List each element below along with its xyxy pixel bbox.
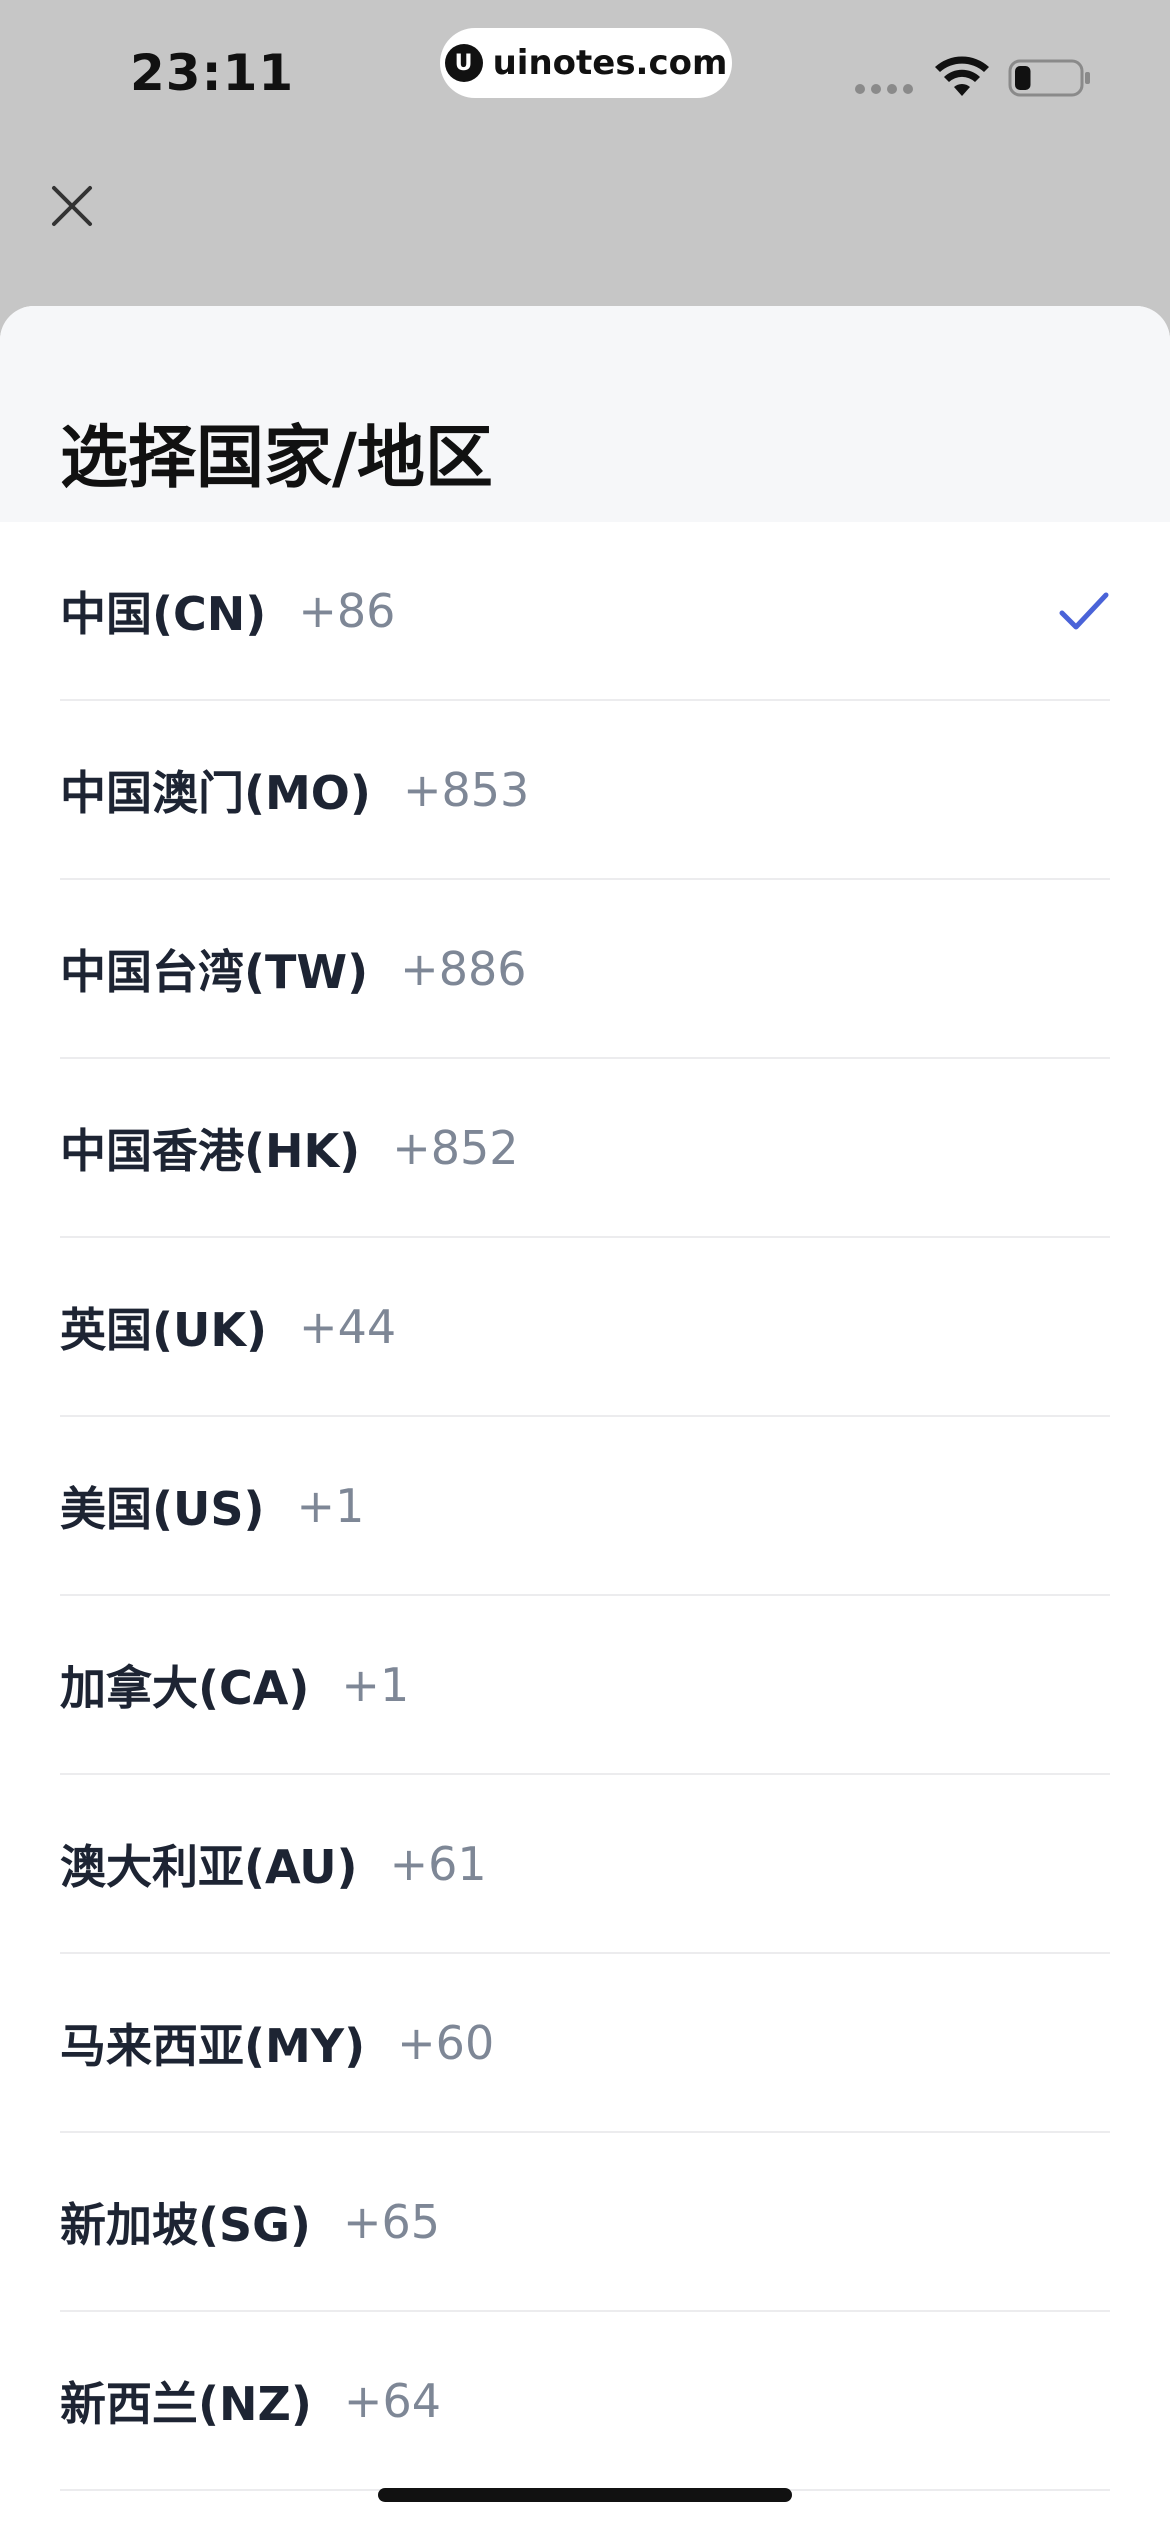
country-name: 新西兰(NZ) (60, 2376, 312, 2431)
screen: 23:11 U uinotes.com 选择国家/地区 中国(CN) +86 中国澳… (0, 0, 1170, 2532)
country-list-item[interactable]: 中国香港(HK) +852 (60, 1059, 1110, 1238)
country-dial-code: +86 (298, 583, 396, 638)
checkmark-icon (1059, 592, 1109, 629)
status-time: 23:11 (130, 44, 295, 102)
country-name: 中国香港(HK) (60, 1123, 361, 1178)
country-name: 澳大利亚(AU) (60, 1839, 358, 1894)
country-name: 马来西亚(MY) (60, 2018, 366, 2073)
country-dial-code: +60 (397, 2015, 495, 2070)
cellular-signal-icon (855, 84, 913, 94)
home-indicator[interactable] (378, 2488, 792, 2502)
country-name: 中国台湾(TW) (60, 944, 369, 999)
country-list-item[interactable]: 美国(US) +1 (60, 1417, 1110, 1596)
country-list-item[interactable]: 中国(CN) +86 (60, 522, 1110, 701)
wifi-icon (935, 56, 989, 96)
country-list-item[interactable]: 中国台湾(TW) +886 (60, 880, 1110, 1059)
country-name: 美国(US) (60, 1481, 265, 1536)
country-dial-code: +65 (342, 2194, 441, 2249)
country-dial-code: +886 (400, 941, 527, 996)
country-name: 中国(CN) (60, 586, 267, 641)
country-dial-code: +853 (402, 762, 530, 817)
country-dial-code: +1 (341, 1657, 410, 1712)
url-pill[interactable]: U uinotes.com (440, 28, 732, 98)
site-logo-icon: U (444, 44, 483, 82)
battery-icon (1008, 59, 1090, 97)
country-list-item[interactable]: 中国澳门(MO) +853 (60, 701, 1110, 880)
country-dial-code: +61 (389, 1836, 487, 1891)
sheet-header: 选择国家/地区 (0, 306, 1170, 522)
country-list-item[interactable]: 澳大利亚(AU) +61 (60, 1775, 1110, 1954)
country-picker-sheet: 选择国家/地区 中国(CN) +86 中国澳门(MO) +853 中国台湾(TW) +88… (0, 306, 1170, 2532)
country-list-item[interactable]: 马来西亚(MY) +60 (60, 1954, 1110, 2133)
country-list-item[interactable]: 新加坡(SG) +65 (60, 2133, 1110, 2312)
country-list-item[interactable]: 新西兰(NZ) +64 (60, 2312, 1110, 2491)
country-name: 中国澳门(MO) (60, 765, 371, 820)
country-dial-code: +64 (343, 2373, 441, 2428)
close-icon (52, 186, 92, 226)
country-name: 新加坡(SG) (60, 2197, 311, 2252)
country-name: 加拿大(CA) (60, 1660, 310, 1715)
country-dial-code: +44 (299, 1299, 397, 1354)
url-text: uinotes.com (492, 43, 728, 83)
country-list-item[interactable]: 加拿大(CA) +1 (60, 1596, 1110, 1775)
country-name: 英国(UK) (60, 1302, 268, 1357)
country-dial-code: +852 (392, 1120, 519, 1175)
close-button[interactable] (42, 176, 102, 236)
country-list: 中国(CN) +86 中国澳门(MO) +853 中国台湾(TW) +886 中国香港(HK… (0, 522, 1170, 2491)
country-dial-code: +1 (296, 1478, 365, 1533)
country-list-item[interactable]: 英国(UK) +44 (60, 1238, 1110, 1417)
page-title: 选择国家/地区 (60, 419, 493, 498)
